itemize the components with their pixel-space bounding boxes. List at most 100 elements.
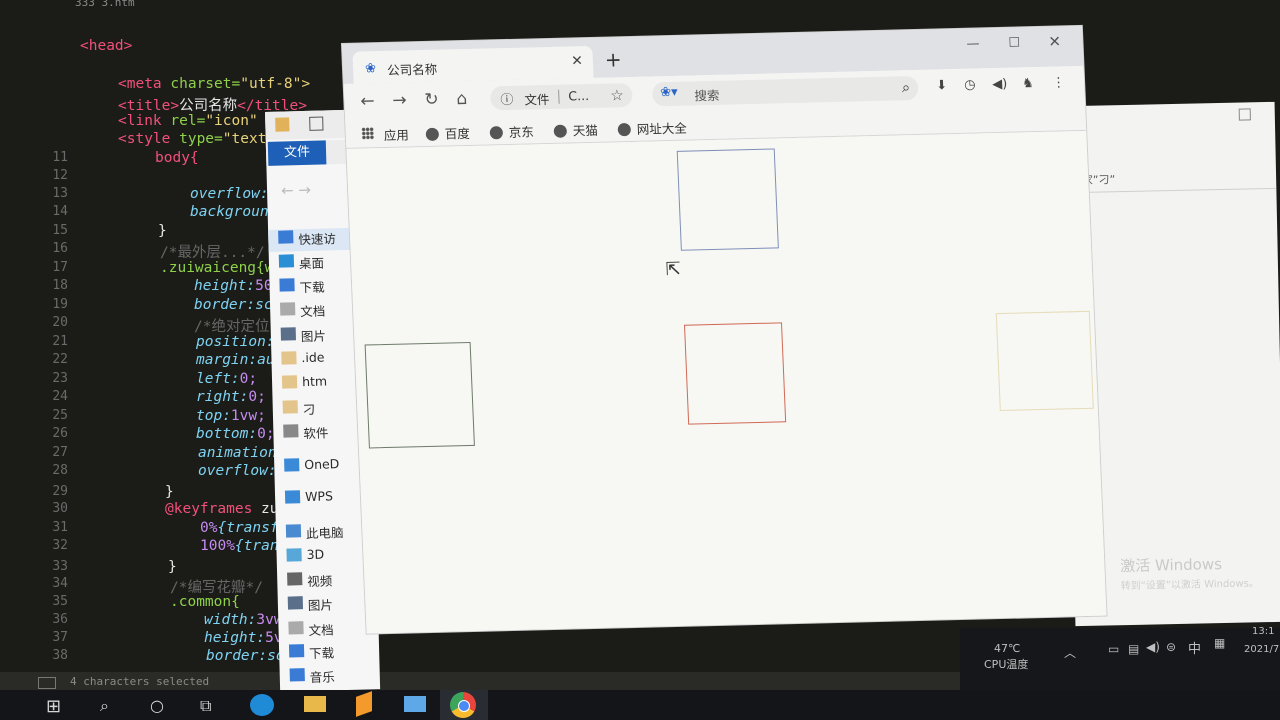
ime-indicator[interactable]: 中 (1188, 638, 1201, 657)
line-number: 12 (52, 168, 68, 183)
code-line: height:50 (194, 278, 273, 294)
code-line: animation (198, 445, 277, 461)
nav-item[interactable]: 文档 (288, 619, 334, 639)
chevron-up-icon[interactable]: ︿ (1064, 644, 1076, 661)
nav-item-label: 刁 (302, 401, 316, 418)
code-line: .zuiwaiceng{w (160, 260, 274, 276)
download-icon[interactable]: ⬇ (936, 78, 948, 93)
nav-item[interactable]: 桌面 (278, 253, 325, 273)
forward-icon[interactable]: → (392, 90, 407, 110)
download-icon (279, 278, 295, 292)
nav-item[interactable]: WPS (284, 488, 333, 504)
nav-item[interactable]: .ide (281, 350, 325, 365)
desktop-icon (278, 254, 295, 268)
bookmark-apps[interactable]: 应用 (383, 124, 410, 144)
editor-file-tab[interactable]: 333 3.htm (75, 0, 135, 9)
line-number: 11 (52, 150, 68, 165)
task-view-icon[interactable]: ⧉ (200, 696, 211, 716)
nav-item[interactable]: 文档 (279, 300, 326, 320)
extension-icon[interactable]: ♞ (1022, 76, 1034, 91)
nav-item-label: 软件 (303, 425, 329, 442)
network-icon[interactable]: ▤ (1128, 642, 1139, 656)
nav-item[interactable]: htm (281, 373, 327, 389)
reload-icon[interactable]: ↻ (424, 90, 439, 110)
clock-time[interactable]: 13:1 (1252, 626, 1274, 637)
wifi-icon[interactable]: ⊜ (1166, 640, 1176, 654)
code-line: position: (196, 334, 275, 350)
edge-icon[interactable] (250, 694, 274, 716)
volume-icon[interactable]: ◀) (992, 77, 1008, 92)
square-left (364, 341, 475, 449)
new-tab-icon[interactable]: + (604, 47, 622, 71)
clock-date[interactable]: 2021/7 (1244, 644, 1279, 655)
nav-item[interactable]: 3D (286, 547, 324, 562)
code-line: <style type="text (118, 131, 267, 147)
maximize-icon[interactable]: ☐ (1008, 35, 1020, 50)
apps-grid-icon[interactable] (361, 127, 375, 140)
windows-start-icon[interactable]: ⊞ (46, 696, 61, 717)
search-icon[interactable]: ⌕ (100, 696, 109, 716)
picture-icon (287, 596, 304, 610)
sublime-text-icon[interactable] (356, 691, 372, 717)
search-engine-icon[interactable]: ❀▾ (660, 85, 678, 100)
nav-item[interactable]: 下载 (279, 277, 325, 297)
file-explorer-icon[interactable] (304, 696, 326, 712)
close-tab-icon[interactable]: ✕ (571, 53, 583, 69)
file-menu-button[interactable]: 文件 (267, 140, 327, 166)
nav-item[interactable]: 软件 (283, 422, 329, 442)
line-number-gutter: 11 12 13 14 15 16 17 18 19 20 21 22 23 24 25 26 27 28 29 30… (0, 0, 72, 680)
maximize-icon[interactable] (1238, 108, 1251, 121)
page-viewport[interactable]: ⇱ (346, 130, 1107, 634)
chrome-browser-window[interactable]: ❀ 公司名称 ✕ + — ☐ ✕ ← → ↻ ⌂ ⓘ 文件 C... ☆ ❀▾ … (342, 25, 1107, 634)
nav-item[interactable]: OneD (284, 456, 340, 472)
bookmark-jd[interactable]: 京东 (489, 121, 534, 141)
properties-icon[interactable] (309, 116, 324, 131)
code-line: overflow: (190, 186, 269, 202)
back-icon[interactable]: ← (360, 91, 375, 111)
bookmark-baidu[interactable]: 百度 (425, 123, 470, 143)
code-line: right:0; (196, 389, 266, 405)
panel-toggle-icon[interactable] (38, 677, 56, 689)
nav-item[interactable]: 图片 (287, 594, 334, 614)
baidu-paw-icon: ❀ (364, 61, 377, 77)
windows-taskbar: ⊞ ⌕ ○ ⧉ (0, 690, 1280, 720)
activate-windows-title: 激活 Windows (1120, 555, 1223, 576)
nav-item[interactable]: 刁 (282, 399, 316, 418)
code-line: 0%{transf (200, 520, 279, 536)
square-right (995, 310, 1094, 412)
close-window-icon[interactable]: ✕ (1048, 32, 1061, 50)
menu-kebab-icon[interactable]: ⋮ (1052, 75, 1066, 90)
folder-icon[interactable] (275, 117, 290, 132)
globe-icon (553, 124, 568, 138)
nav-item[interactable]: 下载 (288, 642, 335, 662)
bookmark-star-icon[interactable]: ☆ (610, 86, 624, 104)
nav-item[interactable]: 此电脑 (285, 522, 344, 542)
nav-item-label: 下载 (308, 645, 335, 662)
this-pc-icon[interactable] (404, 696, 426, 712)
folder-icon (281, 375, 298, 389)
chrome-icon[interactable] (450, 692, 476, 718)
bookmark-hao123[interactable]: 网址大全 (617, 118, 687, 139)
bookmark-tmall[interactable]: 天猫 (553, 120, 598, 140)
line-number: 28 (52, 463, 68, 478)
code-line: height:5v (204, 630, 283, 646)
code-line: body{ (155, 150, 199, 166)
battery-icon[interactable]: ▭ (1108, 642, 1119, 656)
cpu-temp: 47℃ (994, 642, 1021, 655)
selection-status: 4 characters selected (70, 675, 210, 688)
search-icon[interactable]: ⌕ (901, 78, 910, 96)
minimize-icon[interactable]: — (966, 36, 980, 51)
search-box[interactable]: ❀▾ 搜索 ⌕ (651, 75, 919, 107)
search-placeholder: 搜索 (694, 87, 720, 104)
nav-item[interactable]: 图片 (280, 325, 327, 345)
info-icon[interactable]: ⓘ (500, 89, 514, 108)
nav-item[interactable]: 音乐 (289, 666, 336, 686)
history-icon[interactable]: ◷ (964, 78, 976, 93)
home-icon[interactable]: ⌂ (456, 89, 468, 109)
cortana-icon[interactable]: ○ (150, 696, 164, 715)
nav-item[interactable]: 快速访 (278, 228, 336, 248)
volume-icon[interactable]: ◀) (1146, 640, 1160, 654)
nav-item[interactable]: 视频 (287, 570, 333, 590)
keyboard-icon[interactable]: ▦ (1214, 636, 1225, 650)
nav-arrows[interactable]: ← → (281, 181, 311, 200)
